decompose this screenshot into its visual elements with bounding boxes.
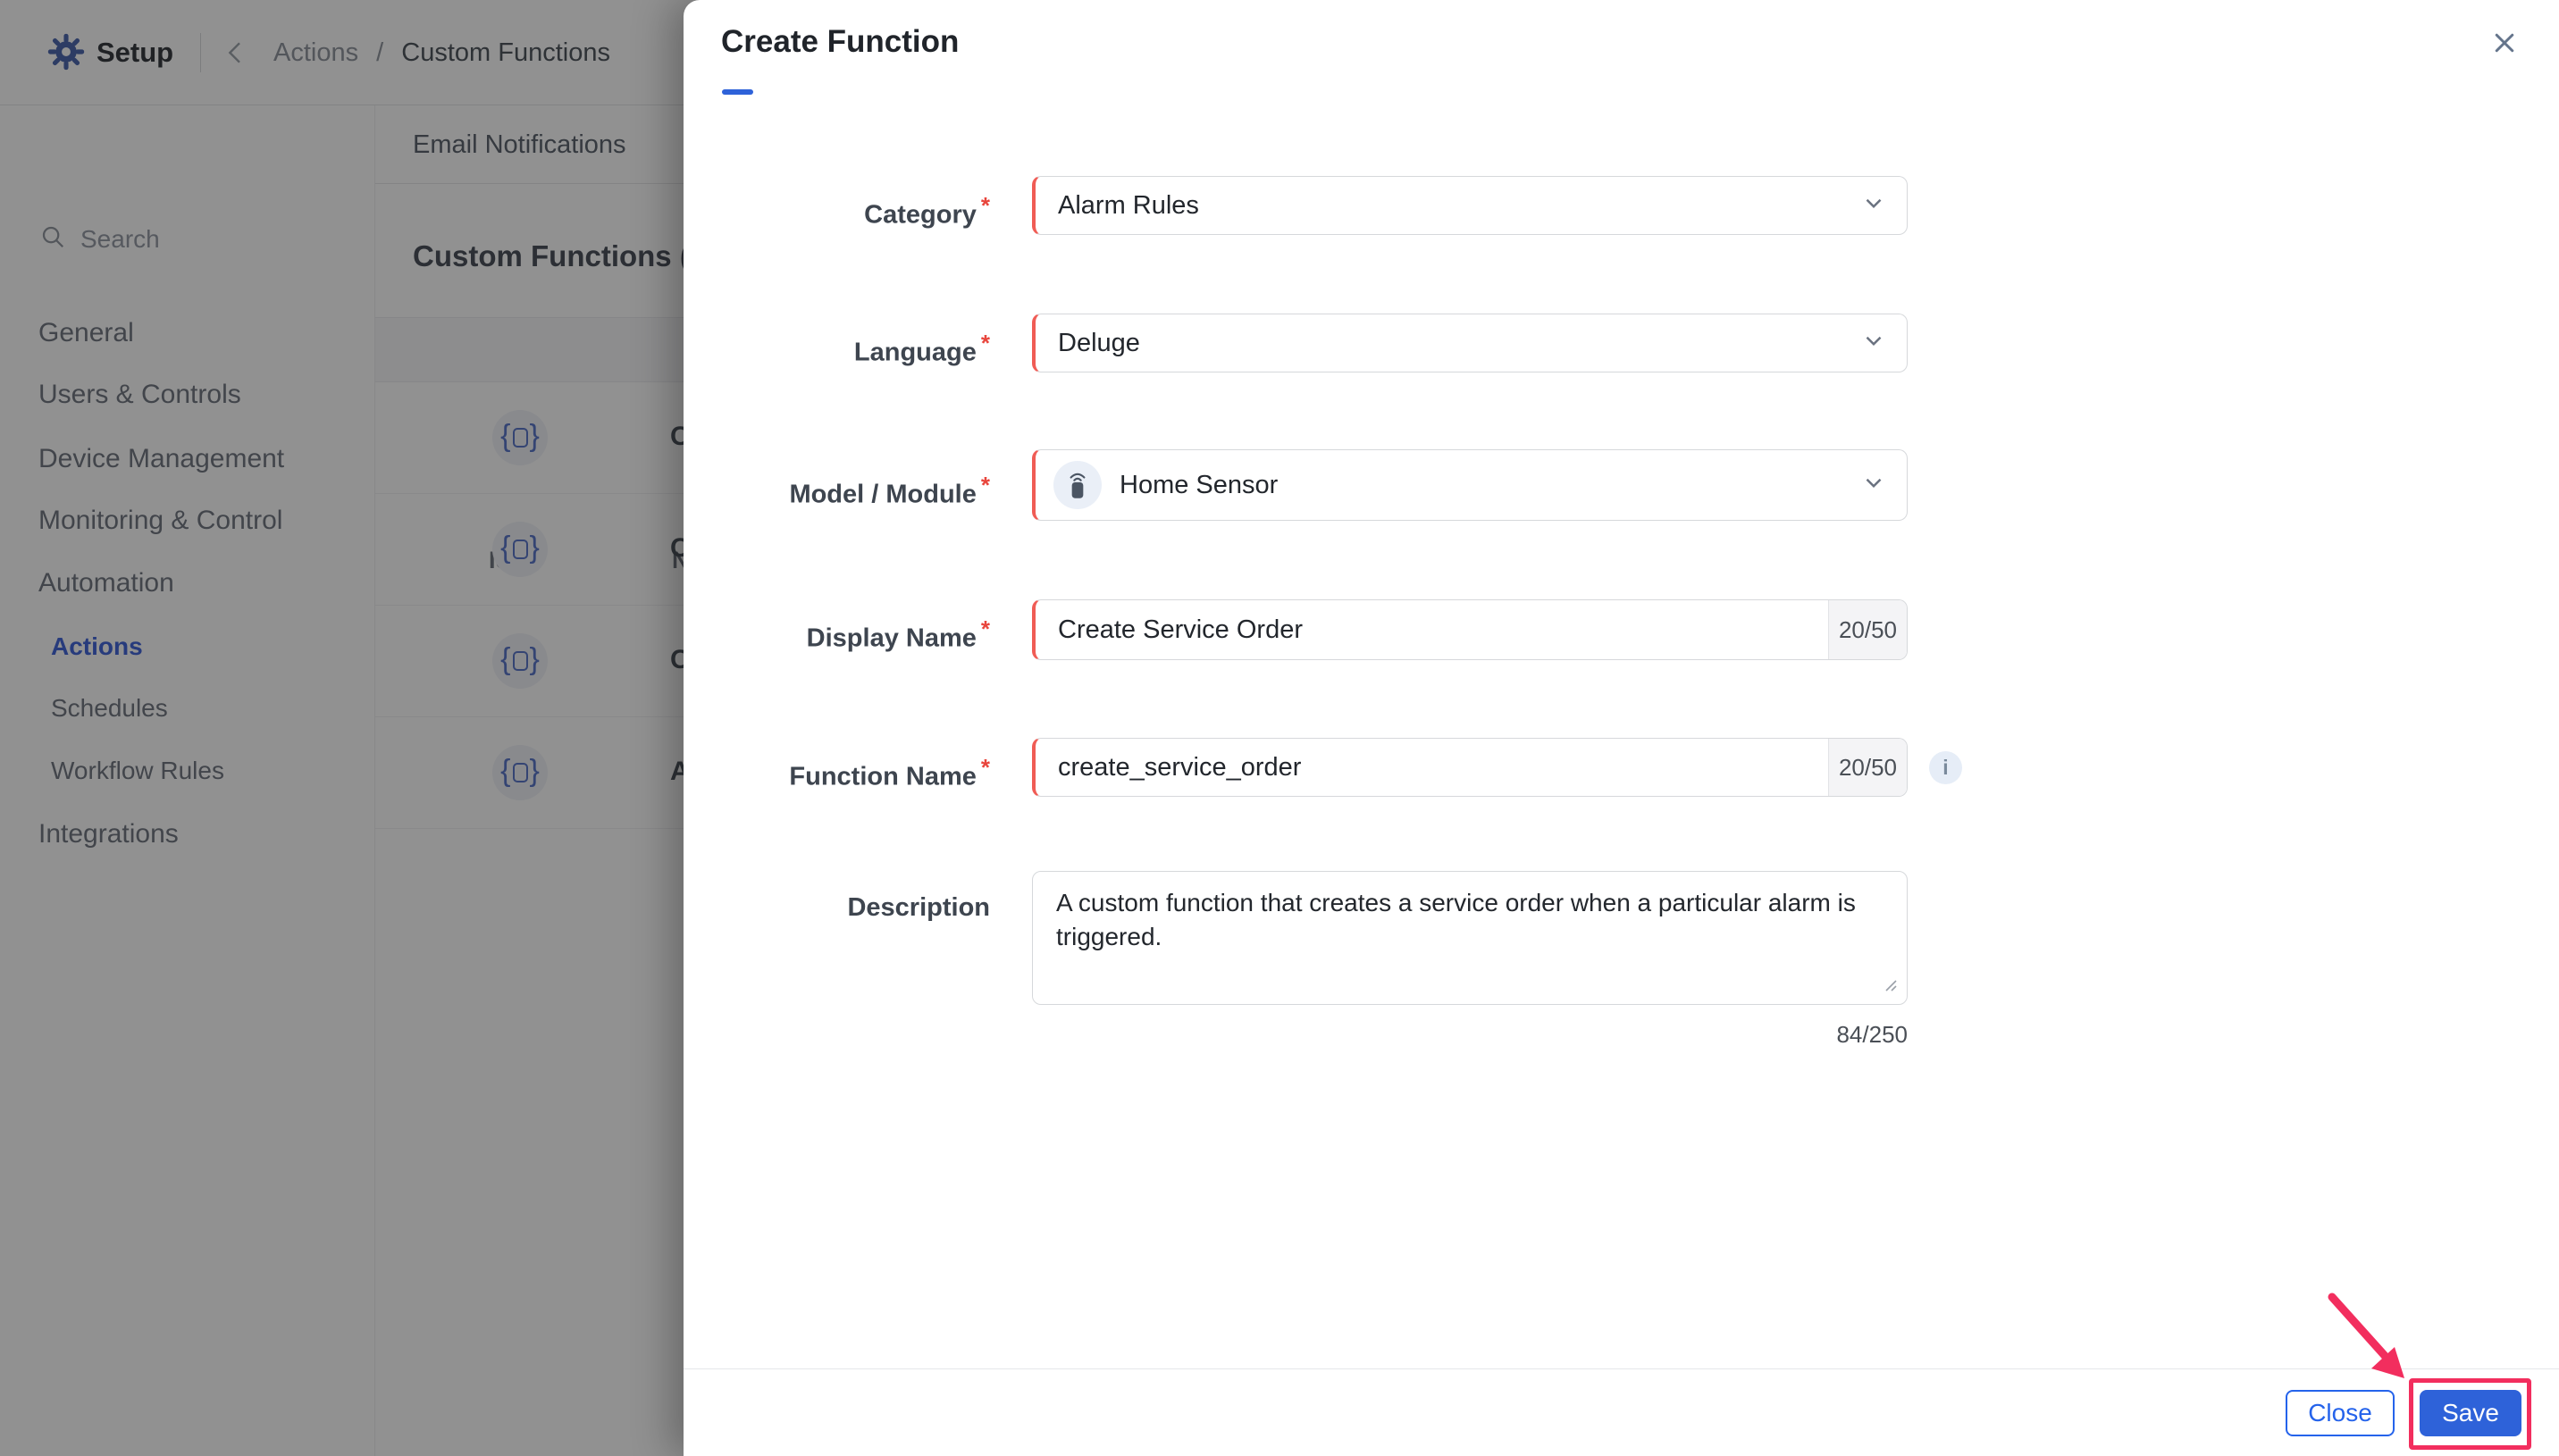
language-label: Language *: [853, 330, 990, 367]
description-row: Description A custom function that creat…: [684, 871, 2559, 1050]
create-function-modal: Create Function Category * Alarm Rules La…: [684, 0, 2559, 1456]
display-name-row: Display Name * Create Service Order 20/50: [684, 599, 2559, 660]
display-name-input[interactable]: Create Service Order 20/50: [1032, 599, 1908, 660]
category-value: Alarm Rules: [1058, 190, 1199, 220]
required-asterisk: *: [980, 615, 990, 642]
display-name-label: Display Name *: [806, 615, 990, 653]
category-row: Category * Alarm Rules: [684, 176, 2559, 235]
resize-handle-icon[interactable]: [1884, 978, 1898, 997]
model-module-select[interactable]: Home Sensor: [1032, 449, 1908, 521]
description-value: A custom function that creates a service…: [1056, 889, 1856, 950]
function-name-input[interactable]: create_service_order 20/50: [1032, 738, 1908, 797]
home-sensor-device-icon: [1053, 461, 1102, 509]
chevron-down-icon: [1860, 470, 1887, 501]
modal-title: Create Function: [721, 24, 960, 59]
function-name-label: Function Name *: [789, 754, 990, 791]
display-name-value: Create Service Order: [1058, 615, 1303, 644]
display-name-char-counter: 20/50: [1828, 600, 1907, 659]
chevron-down-icon: [1860, 190, 1887, 222]
model-module-row: Model / Module * Home Sensor: [684, 449, 2559, 521]
description-char-counter: 84/250: [1836, 1021, 1908, 1048]
required-asterisk: *: [980, 472, 990, 498]
title-underline: [722, 89, 753, 95]
info-icon[interactable]: i: [1929, 751, 1962, 784]
chevron-down-icon: [1860, 328, 1887, 359]
close-button[interactable]: Close: [2286, 1389, 2395, 1436]
required-asterisk: *: [980, 330, 990, 356]
screen: Setup Actions / Custom Functions Search …: [0, 0, 2559, 1456]
description-label: Description: [847, 893, 990, 922]
model-module-label: Model / Module *: [789, 472, 990, 509]
function-name-char-counter: 20/50: [1828, 739, 1907, 796]
category-label: Category *: [864, 192, 990, 230]
description-textarea[interactable]: A custom function that creates a service…: [1032, 871, 1908, 1005]
close-icon[interactable]: [2485, 23, 2524, 63]
function-name-value: create_service_order: [1058, 752, 1302, 782]
category-select[interactable]: Alarm Rules: [1032, 176, 1908, 235]
language-value: Deluge: [1058, 328, 1140, 357]
language-select[interactable]: Deluge: [1032, 314, 1908, 372]
model-module-value: Home Sensor: [1120, 470, 1279, 499]
required-asterisk: *: [980, 192, 990, 219]
function-name-row: Function Name * create_service_order 20/5…: [684, 738, 2559, 797]
language-row: Language * Deluge: [684, 314, 2559, 372]
save-button[interactable]: Save: [2420, 1389, 2521, 1436]
required-asterisk: *: [980, 754, 990, 781]
modal-footer: Close Save: [684, 1368, 2559, 1456]
